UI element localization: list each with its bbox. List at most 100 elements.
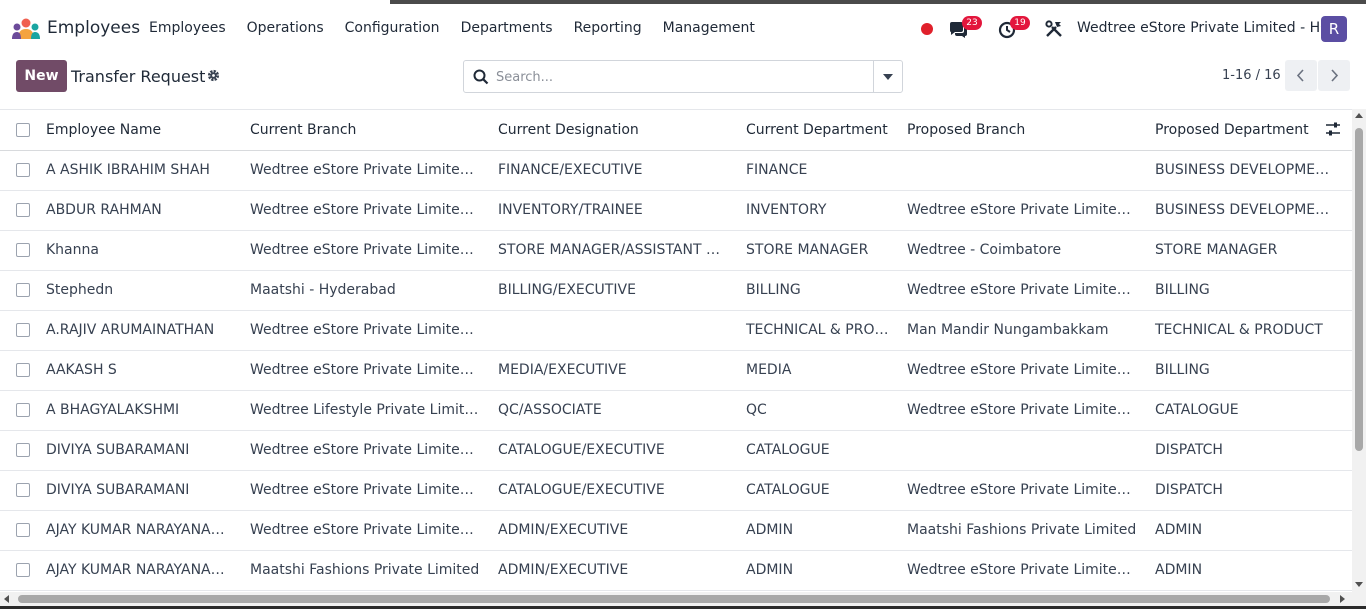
cell-current-department[interactable]: INVENTORY <box>738 190 899 230</box>
scroll-up-arrow-icon[interactable] <box>1355 113 1363 118</box>
app-name[interactable]: Employees <box>47 18 140 38</box>
cell-employee-name[interactable]: DIVIYA SUBARAMANI <box>38 470 242 510</box>
table-row[interactable]: DIVIYA SUBARAMANI Wedtree eStore Private … <box>0 430 1352 470</box>
table-row[interactable]: A.RAJIV ARUMAINATHAN Wedtree eStore Priva… <box>0 310 1352 350</box>
cell-employee-name[interactable]: Stephedn <box>38 270 242 310</box>
table-row[interactable]: Khanna Wedtree eStore Private Limited - C… <box>0 230 1352 270</box>
cell-current-designation[interactable]: ADMIN/EXECUTIVE <box>490 550 738 590</box>
cell-employee-name[interactable]: AJAY KUMAR NARAYANABA… <box>38 550 242 590</box>
cell-current-department[interactable]: STORE MANAGER <box>738 230 899 270</box>
cell-current-department[interactable]: QC <box>738 390 899 430</box>
cell-current-branch[interactable]: Wedtree Lifestyle Private Limited - … <box>242 390 490 430</box>
cell-current-branch[interactable]: Wedtree eStore Private Limited - C… <box>242 230 490 270</box>
gear-icon[interactable] <box>207 69 220 82</box>
cell-current-branch[interactable]: Wedtree eStore Private Limited - HO <box>242 190 490 230</box>
cell-current-department[interactable]: BILLING <box>738 270 899 310</box>
column-header-proposed-branch[interactable]: Proposed Branch <box>899 110 1147 151</box>
pager-next-button[interactable] <box>1318 60 1350 91</box>
cell-current-designation[interactable]: INVENTORY/TRAINEE <box>490 190 738 230</box>
cell-proposed-branch[interactable]: Wedtree eStore Private Limited - H… <box>899 270 1147 310</box>
row-checkbox[interactable] <box>16 563 30 577</box>
row-checkbox[interactable] <box>16 163 30 177</box>
vertical-scroll-thumb[interactable] <box>1355 128 1363 451</box>
cell-current-designation[interactable]: BILLING/EXECUTIVE <box>490 270 738 310</box>
scroll-down-arrow-icon[interactable] <box>1355 582 1363 587</box>
row-checkbox[interactable] <box>16 283 30 297</box>
horizontal-scrollbar[interactable] <box>0 592 1366 606</box>
cell-current-designation[interactable]: CATALOGUE/EXECUTIVE <box>490 430 738 470</box>
cell-proposed-department[interactable]: ADMIN <box>1147 510 1352 550</box>
cell-current-designation[interactable] <box>490 310 738 350</box>
cell-proposed-department[interactable]: BUSINESS DEVELOPME… <box>1147 190 1352 230</box>
cell-current-branch[interactable]: Wedtree eStore Private Limited - HO <box>242 150 490 190</box>
cell-current-department[interactable]: CATALOGUE <box>738 470 899 510</box>
cell-current-designation[interactable]: QC/ASSOCIATE <box>490 390 738 430</box>
cell-employee-name[interactable]: A.RAJIV ARUMAINATHAN <box>38 310 242 350</box>
cell-current-designation[interactable]: MEDIA/EXECUTIVE <box>490 350 738 390</box>
cell-proposed-branch[interactable]: Wedtree eStore Private Limited - H… <box>899 390 1147 430</box>
cell-proposed-branch[interactable]: Wedtree eStore Private Limited - Ja… <box>899 190 1147 230</box>
cell-current-department[interactable]: CATALOGUE <box>738 430 899 470</box>
table-row[interactable]: AJAY KUMAR NARAYANABA… Wedtree eStore Pri… <box>0 510 1352 550</box>
cell-proposed-branch[interactable]: Wedtree eStore Private Limited - C… <box>899 350 1147 390</box>
cell-proposed-branch[interactable]: Wedtree - Coimbatore <box>899 230 1147 270</box>
company-switcher[interactable]: Wedtree eStore Private Limited - HO <box>1077 20 1331 36</box>
horizontal-scroll-thumb[interactable] <box>18 595 1330 603</box>
pager-previous-button[interactable] <box>1285 60 1317 91</box>
cell-current-designation[interactable]: CATALOGUE/EXECUTIVE <box>490 470 738 510</box>
cell-employee-name[interactable]: AJAY KUMAR NARAYANABA… <box>38 510 242 550</box>
cell-employee-name[interactable]: DIVIYA SUBARAMANI <box>38 430 242 470</box>
table-row[interactable]: DIVIYA SUBARAMANI Wedtree eStore Private … <box>0 470 1352 510</box>
table-row[interactable]: AAKASH S Wedtree eStore Private Limited -… <box>0 350 1352 390</box>
cell-current-department[interactable]: TECHNICAL & PRODU… <box>738 310 899 350</box>
user-avatar[interactable]: R <box>1321 16 1347 42</box>
cell-current-department[interactable]: FINANCE <box>738 150 899 190</box>
cell-current-department[interactable]: ADMIN <box>738 510 899 550</box>
cell-proposed-branch[interactable]: Man Mandir Nungambakkam <box>899 310 1147 350</box>
row-checkbox[interactable] <box>16 523 30 537</box>
menu-item-employees[interactable]: Employees <box>149 20 226 36</box>
new-button[interactable]: New <box>16 60 67 92</box>
page-title[interactable]: Transfer Request <box>71 67 205 86</box>
optional-columns-sliders-icon[interactable] <box>1325 122 1341 136</box>
pager-value[interactable]: 1-16 / 16 <box>1222 68 1281 83</box>
row-checkbox[interactable] <box>16 363 30 377</box>
cell-employee-name[interactable]: ABDUR RAHMAN <box>38 190 242 230</box>
cell-proposed-department[interactable]: DISPATCH <box>1147 470 1352 510</box>
cell-employee-name[interactable]: A ASHIK IBRAHIM SHAH <box>38 150 242 190</box>
cell-proposed-department[interactable]: BILLING <box>1147 270 1352 310</box>
cell-current-branch[interactable]: Maatshi Fashions Private Limited <box>242 550 490 590</box>
cell-current-department[interactable]: ADMIN <box>738 550 899 590</box>
column-header-current-branch[interactable]: Current Branch <box>242 110 490 151</box>
cell-employee-name[interactable]: AAKASH S <box>38 350 242 390</box>
menu-item-departments[interactable]: Departments <box>461 20 553 36</box>
cell-proposed-department[interactable]: BUSINESS DEVELOPME… <box>1147 150 1352 190</box>
cell-proposed-branch[interactable]: Maatshi Fashions Private Limited <box>899 510 1147 550</box>
table-row[interactable]: A ASHIK IBRAHIM SHAH Wedtree eStore Priva… <box>0 150 1352 190</box>
column-header-current-department[interactable]: Current Department <box>738 110 899 151</box>
cell-current-branch[interactable]: Wedtree eStore Private Limited - HO <box>242 310 490 350</box>
cell-current-department[interactable]: MEDIA <box>738 350 899 390</box>
row-checkbox[interactable] <box>16 403 30 417</box>
scroll-right-arrow-icon[interactable] <box>1340 595 1345 603</box>
search-options-chevron-down-icon[interactable] <box>883 74 893 80</box>
table-row[interactable]: AJAY KUMAR NARAYANABA… Maatshi Fashions P… <box>0 550 1352 590</box>
menu-item-reporting[interactable]: Reporting <box>574 20 642 36</box>
cell-employee-name[interactable]: Khanna <box>38 230 242 270</box>
cell-current-branch[interactable]: Wedtree eStore Private Limited - HO <box>242 430 490 470</box>
cell-proposed-department[interactable]: STORE MANAGER <box>1147 230 1352 270</box>
table-row[interactable]: A BHAGYALAKSHMI Wedtree Lifestyle Private… <box>0 390 1352 430</box>
cell-current-designation[interactable]: ADMIN/EXECUTIVE <box>490 510 738 550</box>
cell-current-branch[interactable]: Wedtree eStore Private Limited - HO <box>242 470 490 510</box>
employees-app-icon[interactable] <box>12 18 40 40</box>
row-checkbox[interactable] <box>16 203 30 217</box>
select-all-checkbox[interactable] <box>16 122 30 137</box>
cell-proposed-branch[interactable]: Wedtree eStore Private Limited - T … <box>899 550 1147 590</box>
cell-employee-name[interactable]: A BHAGYALAKSHMI <box>38 390 242 430</box>
table-row[interactable]: Stephedn Maatshi - Hyderabad BILLING/EXECU… <box>0 270 1352 310</box>
cell-current-branch[interactable]: Wedtree eStore Private Limited - HO <box>242 350 490 390</box>
cell-proposed-branch[interactable]: Wedtree eStore Private Limited - Ja… <box>899 470 1147 510</box>
cell-proposed-department[interactable]: DISPATCH <box>1147 430 1352 470</box>
column-header-proposed-department[interactable]: Proposed Department <box>1147 110 1352 151</box>
row-checkbox[interactable] <box>16 243 30 257</box>
